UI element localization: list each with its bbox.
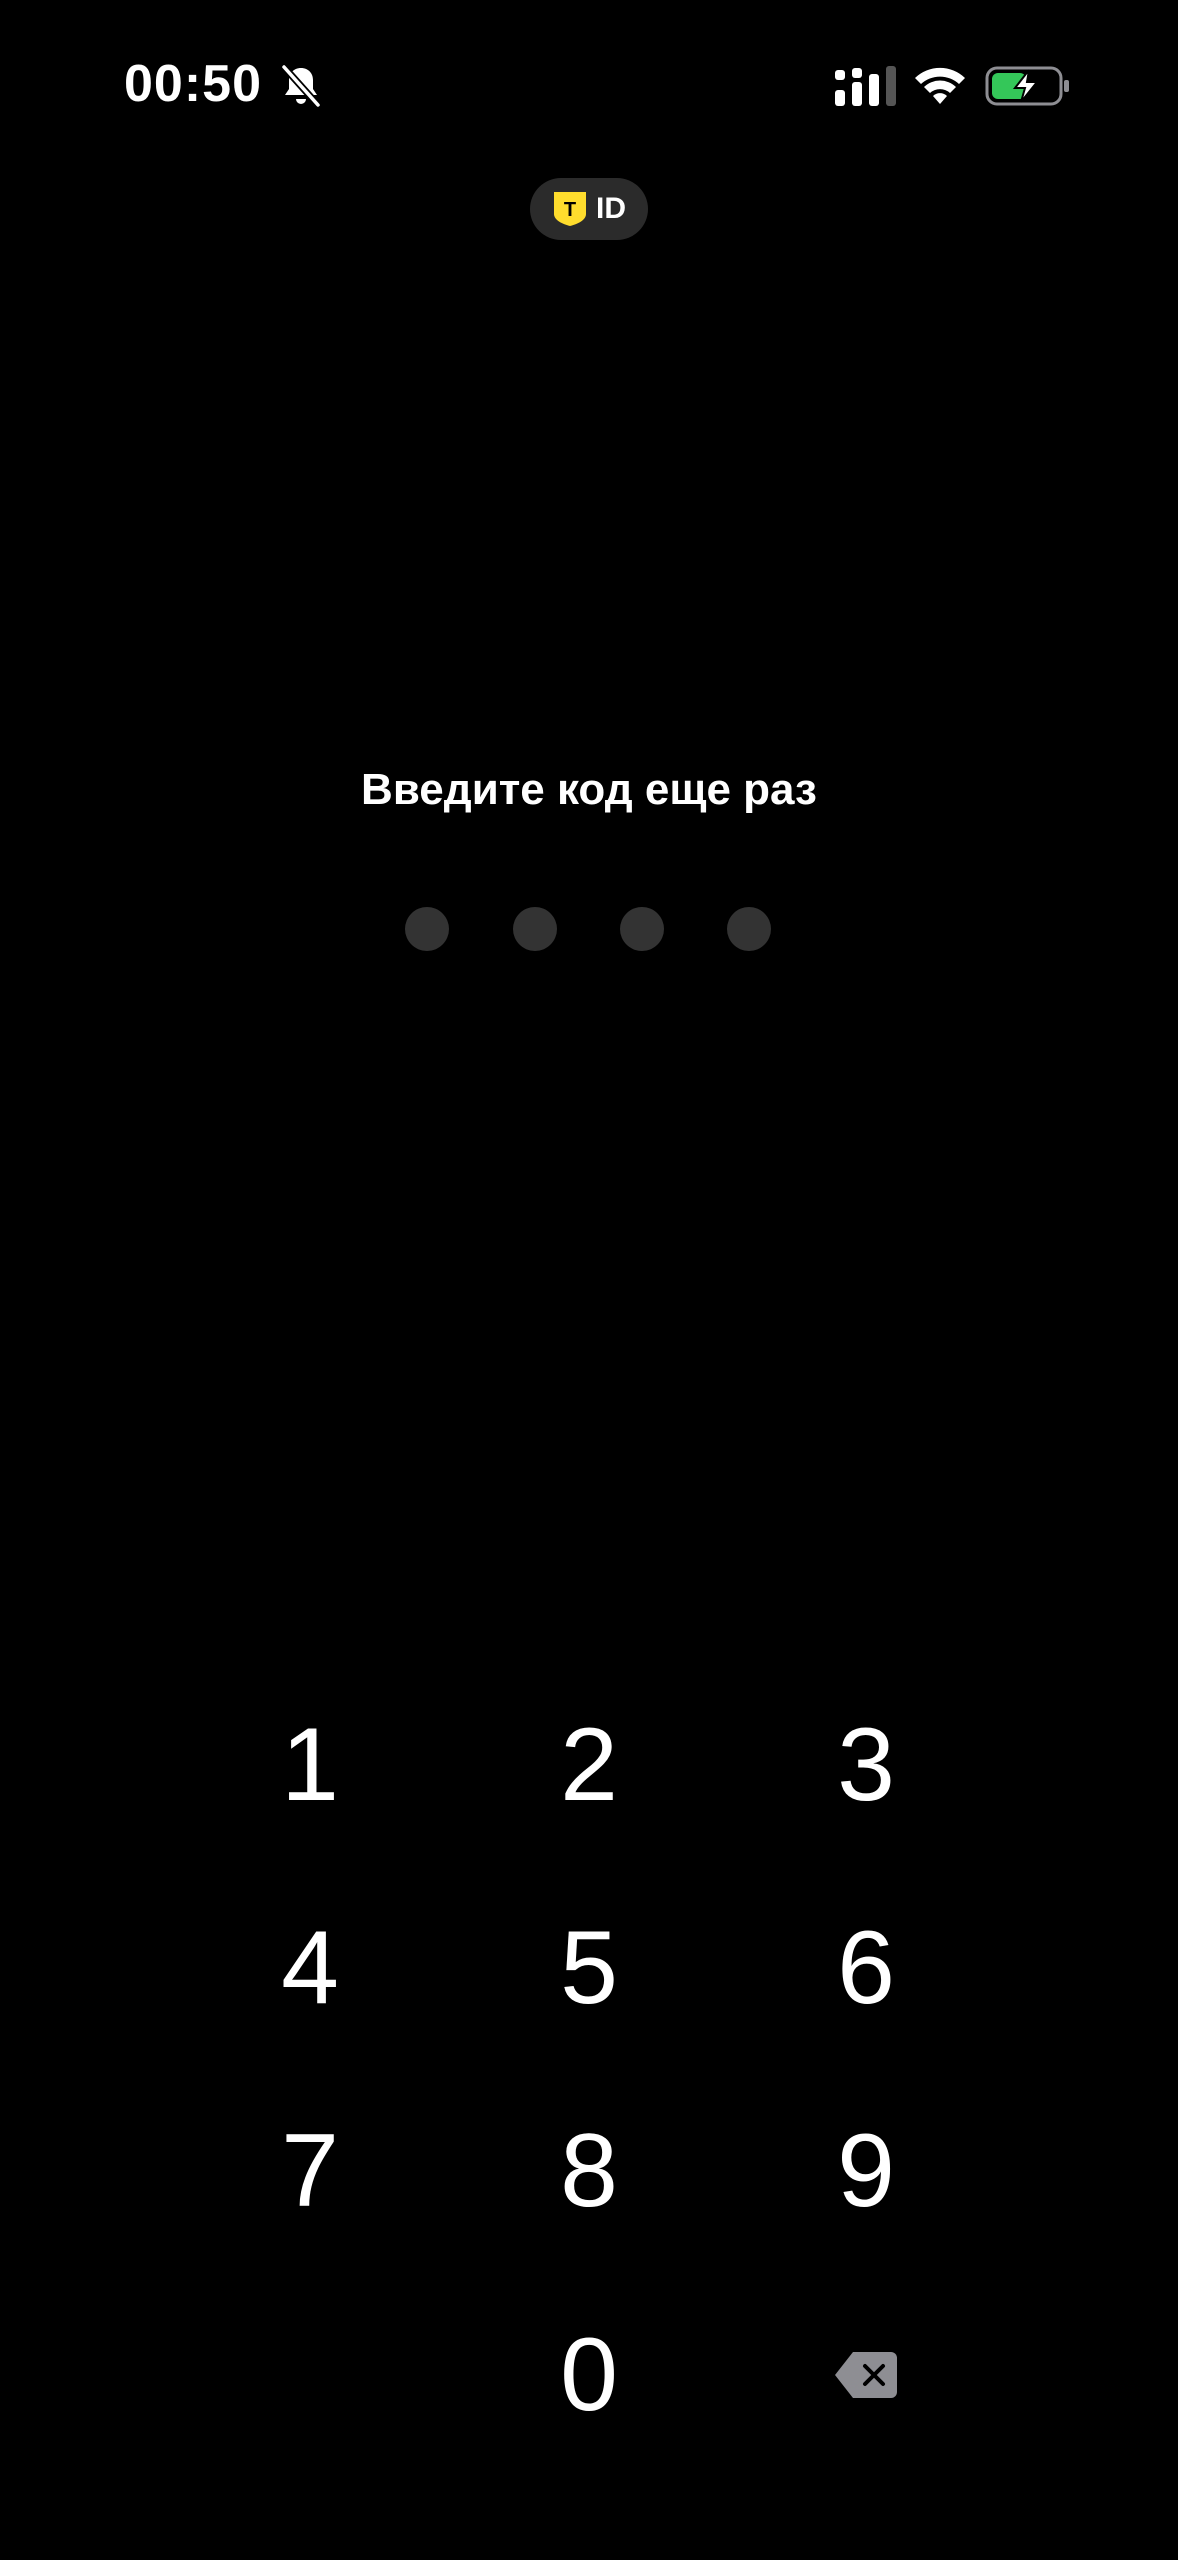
t-logo-icon: T xyxy=(554,192,586,226)
key-8[interactable]: 8 xyxy=(499,2091,679,2251)
key-3[interactable]: 3 xyxy=(776,1685,956,1845)
pin-dot xyxy=(727,907,771,951)
t-logo-letter: T xyxy=(564,199,576,221)
cellular-signal-icon xyxy=(835,66,896,106)
status-time: 00:50 xyxy=(124,55,262,113)
backspace-icon xyxy=(835,2352,897,2398)
prompt-title: Введите код еще раз xyxy=(361,765,817,814)
status-bar: 00:50 xyxy=(0,0,1178,170)
key-9[interactable]: 9 xyxy=(776,2091,956,2251)
key-7[interactable]: 7 xyxy=(220,2091,400,2251)
bell-off-icon xyxy=(281,64,321,108)
key-2[interactable]: 2 xyxy=(499,1685,679,1845)
key-4[interactable]: 4 xyxy=(220,1888,400,2048)
pin-dot xyxy=(405,907,449,951)
tid-badge: T ID xyxy=(530,178,648,240)
key-0[interactable]: 0 xyxy=(499,2295,679,2455)
pin-dot xyxy=(513,907,557,951)
key-1[interactable]: 1 xyxy=(220,1685,400,1845)
backspace-button[interactable] xyxy=(776,2295,956,2455)
wifi-icon xyxy=(915,67,965,104)
key-6[interactable]: 6 xyxy=(776,1888,956,2048)
battery-charging-icon xyxy=(985,66,1069,106)
pin-indicator xyxy=(0,907,1178,951)
key-5[interactable]: 5 xyxy=(499,1888,679,2048)
pin-dot xyxy=(620,907,664,951)
tid-label: ID xyxy=(596,192,626,225)
